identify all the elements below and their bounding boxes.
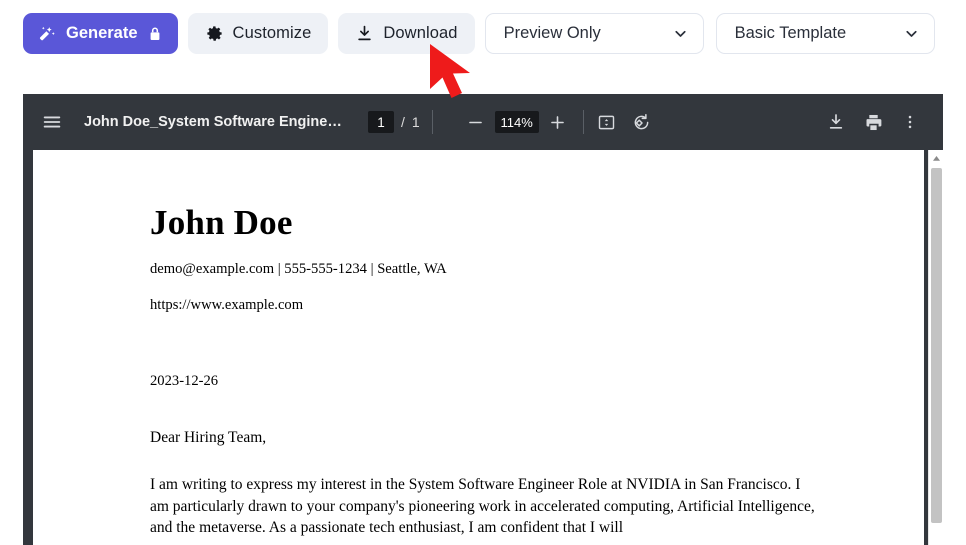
template-value: Basic Template (734, 24, 847, 42)
chevron-down-icon (903, 25, 920, 42)
zoom-out-button[interactable] (463, 109, 489, 135)
zoom-controls: 114% (463, 109, 571, 135)
toolbar-divider (582, 110, 584, 134)
pdf-viewer: John Doe_System Software Engineer... 1 /… (23, 94, 943, 545)
print-icon[interactable] (863, 112, 884, 133)
preview-mode-select[interactable]: Preview Only (484, 13, 704, 54)
more-vertical-icon[interactable] (901, 113, 919, 131)
cover-letter-content: John Doe demo@example.com | 555-555-1234… (150, 150, 850, 539)
page-number-input[interactable]: 1 (368, 111, 394, 133)
generate-button-label: Generate (66, 24, 138, 42)
download-icon[interactable] (826, 112, 846, 132)
page-indicator: 1 / 1 (368, 111, 420, 133)
document-page: John Doe demo@example.com | 555-555-1234… (33, 150, 924, 545)
magic-wand-icon (38, 24, 57, 43)
zoom-in-button[interactable] (545, 109, 571, 135)
letter-date: 2023-12-26 (150, 373, 219, 389)
download-icon (355, 24, 374, 43)
hamburger-menu-icon[interactable] (41, 111, 63, 133)
pdf-document-title: John Doe_System Software Engineer... (84, 114, 346, 130)
pdf-scrollbar[interactable] (928, 150, 943, 545)
app-toolbar: Generate Customize Download Preview Only… (0, 0, 966, 88)
pdf-canvas-area: John Doe demo@example.com | 555-555-1234… (23, 150, 943, 545)
total-pages: 1 (411, 114, 420, 130)
letter-body-paragraph: I am writing to express my interest in t… (150, 476, 815, 536)
zoom-level-input[interactable]: 114% (494, 111, 539, 133)
website-line: https://www.example.com (150, 297, 304, 313)
page-separator: / (401, 114, 405, 130)
pdf-toolbar: John Doe_System Software Engineer... 1 /… (23, 94, 943, 150)
fit-to-page-icon[interactable] (596, 112, 617, 133)
customize-button-label: Customize (232, 24, 312, 42)
letter-greeting: Dear Hiring Team, (150, 429, 267, 446)
pdf-toolbar-right-actions (826, 112, 929, 133)
chevron-down-icon (672, 25, 689, 42)
scrollbar-thumb[interactable] (931, 168, 942, 523)
contact-line: demo@example.com | 555-555-1234 | Seattl… (150, 261, 447, 277)
candidate-name: John Doe (150, 203, 293, 242)
lock-icon (147, 26, 163, 42)
customize-button[interactable]: Customize (187, 13, 329, 54)
toolbar-divider (431, 110, 433, 134)
download-button[interactable]: Download (338, 13, 475, 54)
template-select[interactable]: Basic Template (715, 13, 935, 54)
preview-mode-value: Preview Only (503, 24, 601, 42)
gear-icon (205, 24, 224, 43)
generate-button[interactable]: Generate (23, 13, 178, 54)
scroll-up-arrow-icon[interactable] (929, 150, 943, 166)
rotate-counterclockwise-icon[interactable] (631, 112, 652, 133)
download-button-label: Download (383, 24, 458, 42)
